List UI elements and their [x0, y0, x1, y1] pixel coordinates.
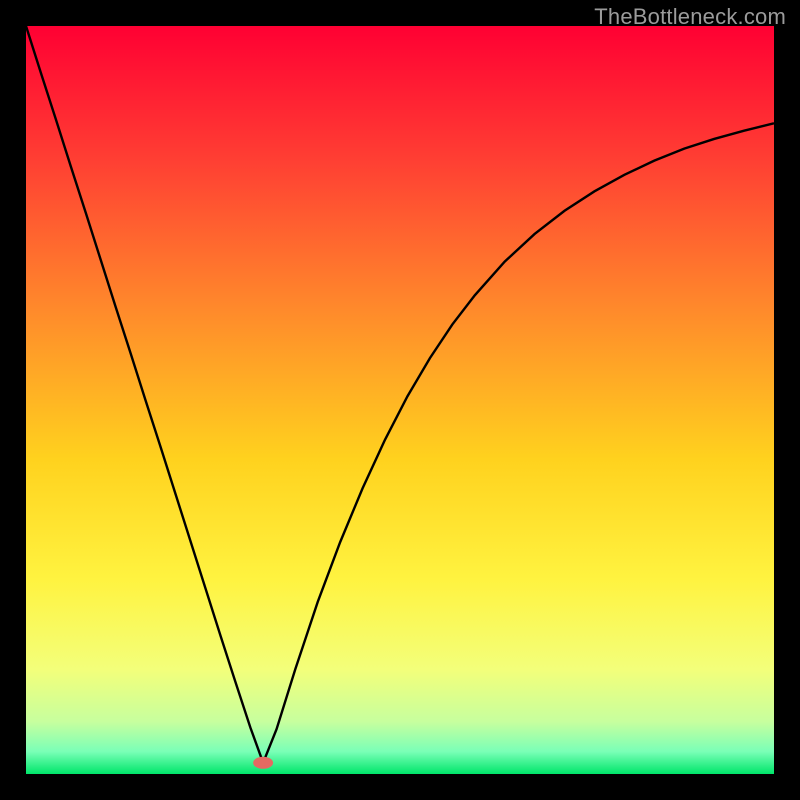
- plot-area: [26, 26, 774, 774]
- chart-frame: TheBottleneck.com: [0, 0, 800, 800]
- curve-layer: [26, 26, 774, 774]
- minimum-marker: [253, 757, 273, 769]
- bottleneck-curve: [26, 26, 774, 763]
